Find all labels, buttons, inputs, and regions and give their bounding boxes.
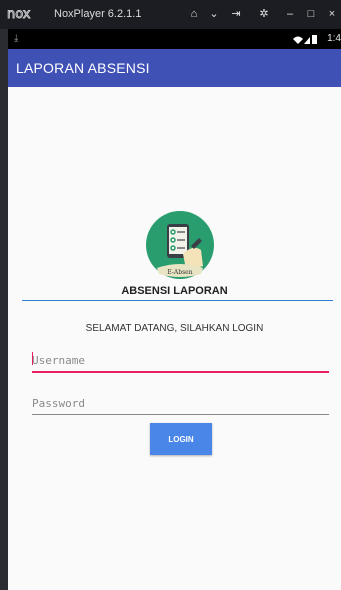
e-absen-logo: E-Absen: [146, 211, 214, 279]
app-bar-title: LAPORAN ABSENSI: [16, 60, 150, 76]
logo-caption: E-Absen: [167, 269, 192, 276]
app-name-heading: ABSENSI LAPORAN: [121, 285, 228, 297]
signal-battery-icon: [293, 35, 317, 44]
login-button[interactable]: LOGIN: [150, 423, 212, 455]
maximize-icon[interactable]: □: [305, 8, 317, 20]
download-icon: ⤓: [14, 33, 19, 44]
emulator-side-rail: [0, 29, 8, 590]
svg-text:nox: nox: [7, 7, 31, 20]
app-bar: LAPORAN ABSENSI: [8, 49, 341, 87]
nox-logo-icon: nox: [7, 7, 31, 20]
username-input[interactable]: [32, 349, 329, 373]
emulator-title: NoxPlayer 6.2.1.1: [54, 8, 142, 20]
status-time: 1:4: [327, 33, 341, 44]
pin-icon[interactable]: ⇥: [230, 8, 242, 20]
chevron-down-icon[interactable]: ⌄: [208, 8, 220, 20]
home-icon[interactable]: ⌂: [188, 8, 200, 20]
settings-icon[interactable]: ✲: [258, 8, 270, 20]
app-screen: LAPORAN ABSENSI E-Absen ABSENSI LAPORAN …: [8, 49, 341, 590]
text-caret: [32, 352, 33, 365]
welcome-text: SELAMAT DATANG, SILAHKAN LOGIN: [85, 323, 264, 334]
minimize-icon[interactable]: –: [284, 8, 296, 20]
close-icon[interactable]: ×: [326, 8, 338, 20]
password-input[interactable]: [32, 392, 329, 415]
divider: [22, 300, 333, 301]
android-status-bar: ⤓ 1:4: [8, 29, 341, 49]
emulator-title-bar: nox NoxPlayer 6.2.1.1 ⌂ ⌄ ⇥ ✲ – □ ×: [0, 0, 341, 29]
